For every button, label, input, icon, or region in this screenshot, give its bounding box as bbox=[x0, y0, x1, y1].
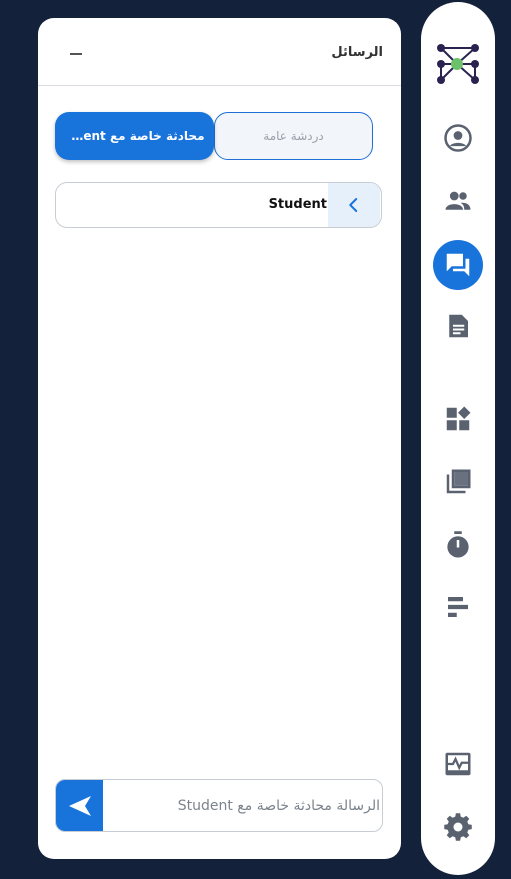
panel-header: الرسائل bbox=[38, 18, 401, 86]
message-input[interactable] bbox=[104, 780, 382, 831]
message-composer bbox=[55, 779, 383, 832]
recipient-bar: Student bbox=[55, 182, 382, 228]
send-icon bbox=[68, 795, 91, 816]
chat-tabs: دردشة عامة محادثة خاصة مع Student bbox=[55, 112, 373, 162]
rail-monitor-button[interactable] bbox=[433, 739, 483, 789]
tab-private-chat[interactable]: محادثة خاصة مع Student bbox=[55, 112, 214, 160]
panel-title: الرسائل bbox=[331, 45, 383, 60]
tab-private-label: محادثة خاصة مع Student bbox=[65, 129, 205, 143]
rail-library-button[interactable] bbox=[433, 457, 483, 507]
timer-icon bbox=[447, 531, 469, 558]
gear-icon bbox=[444, 813, 472, 841]
bar-chart-icon bbox=[448, 597, 468, 617]
send-button[interactable] bbox=[56, 780, 103, 831]
rail-widgets-button[interactable] bbox=[433, 394, 483, 444]
rail-documents-button[interactable] bbox=[433, 301, 483, 351]
rail-timer-button[interactable] bbox=[433, 520, 483, 570]
back-button[interactable] bbox=[328, 183, 380, 227]
rail-settings-button[interactable] bbox=[433, 802, 483, 852]
document-icon bbox=[449, 314, 468, 338]
rail-profile-button[interactable] bbox=[433, 113, 483, 163]
chevron-left-icon bbox=[349, 198, 358, 212]
activity-monitor-icon bbox=[445, 752, 471, 776]
chat-panel: الرسائل دردشة عامة محادثة خاصة مع Studen… bbox=[38, 18, 401, 859]
minimize-button[interactable] bbox=[66, 42, 86, 62]
logo-icon bbox=[433, 40, 483, 90]
rail-reports-button[interactable] bbox=[433, 582, 483, 632]
users-icon bbox=[445, 191, 471, 210]
rail-chat-button[interactable] bbox=[433, 240, 483, 290]
library-icon bbox=[446, 469, 471, 494]
chat-icon bbox=[446, 253, 470, 277]
tab-general-label: دردشة عامة bbox=[263, 129, 324, 143]
widgets-icon bbox=[446, 406, 471, 431]
recipient-name: Student bbox=[268, 197, 327, 212]
user-circle-icon bbox=[444, 124, 472, 152]
tab-general-chat[interactable]: دردشة عامة bbox=[214, 112, 373, 160]
side-rail bbox=[421, 2, 495, 875]
rail-users-button[interactable] bbox=[433, 176, 483, 226]
